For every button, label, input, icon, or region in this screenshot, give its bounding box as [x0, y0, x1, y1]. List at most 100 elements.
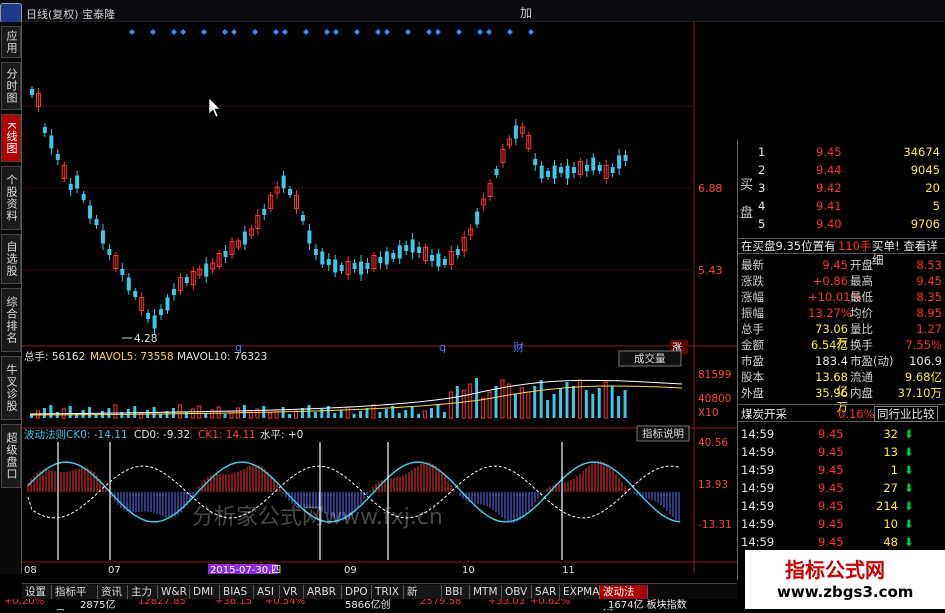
quote-row: 股本 13.68亿 流通 9.68亿	[738, 370, 945, 398]
candle-body-down	[333, 259, 338, 273]
candle-body-down	[107, 249, 112, 255]
candle-body-down	[391, 253, 396, 259]
kline-chart[interactable]: 6.88 5.43 4.28 q q 财 涨 总手: 56162 MAVOL5:…	[22, 22, 737, 574]
add-label[interactable]: 加	[520, 4, 532, 21]
volume-bar	[591, 394, 595, 418]
peer-compare-button[interactable]: 同行业比较	[874, 406, 938, 422]
quote-value-avg: 8.95	[916, 306, 942, 320]
order-book-row[interactable]: 1 9.45 34674	[738, 144, 945, 162]
sector-name: 煤炭开采	[741, 407, 787, 421]
tab-indicator-14[interactable]: MTM	[470, 585, 502, 599]
status-a: +0.20%	[4, 599, 45, 607]
volume-bar	[281, 407, 285, 418]
tab-indicator-15[interactable]: OBV	[502, 585, 532, 599]
volume-bar	[404, 410, 408, 418]
sidebar-item-watchlist[interactable]: 自选股	[1, 234, 21, 284]
queue-count: 110手	[838, 239, 872, 253]
tick-row: 14:59 9.45 1 ⬇	[738, 462, 945, 480]
candle-body-down	[184, 277, 189, 283]
tab-indicator-5[interactable]: DMI	[190, 585, 220, 599]
quote-label-high: 最高	[850, 274, 873, 288]
candle-body-down	[559, 167, 564, 173]
volume-bar	[610, 386, 614, 418]
event-marker-q2[interactable]: q	[439, 341, 446, 354]
tab-indicator-7[interactable]: ASI	[254, 585, 280, 599]
status-c: 12827.85	[138, 599, 186, 607]
quote-label-vol_ratio: 量比	[850, 322, 873, 336]
date-label-5: 11	[562, 565, 575, 574]
tick-row: 14:59 9.45 10 ⬇	[738, 516, 945, 534]
candle-body-down	[171, 289, 176, 295]
tick-time: 14:59	[741, 427, 775, 441]
quote-label-float: 流通	[850, 370, 873, 384]
candle-body-down	[281, 175, 286, 189]
sidebar-item-kline[interactable]: K线图	[1, 114, 21, 162]
candle-body-down	[623, 155, 628, 161]
cursor-date: 2015-07-30,四	[210, 565, 281, 574]
tick-price: 9.45	[818, 463, 844, 477]
volume-bar	[617, 396, 621, 418]
candle-body-down	[455, 249, 460, 255]
candle-body-down	[165, 297, 170, 311]
tab-indicator-0[interactable]: 设置	[22, 585, 52, 599]
order-book-row[interactable]: 4 9.41 5	[738, 198, 945, 216]
candle-body-down	[159, 309, 164, 315]
tab-indicator-9[interactable]: ARBR	[304, 585, 342, 599]
status-f: 5866亿创	[345, 600, 391, 609]
volume-bar	[171, 408, 175, 418]
arrow-down-icon: ⬇	[904, 517, 914, 531]
indicator-scale-top: 40.56	[698, 437, 728, 449]
tick-volume: 27	[883, 481, 898, 495]
tab-indicator-10[interactable]: DPO	[342, 585, 372, 599]
candle-body-down	[617, 155, 622, 169]
sidebar-item-diagnosis[interactable]: 牛叉诊股	[1, 356, 21, 420]
volume-bar	[288, 414, 292, 418]
quote-value-pe: 183.4	[815, 354, 848, 368]
tab-indicator-8[interactable]: VR	[280, 585, 304, 599]
quote-label-open: 开盘	[850, 258, 873, 272]
candle-body-down	[571, 167, 576, 173]
sidebar-item-ranking[interactable]: 综合排名	[1, 288, 21, 352]
sidebar-item-apps[interactable]: 应用	[1, 26, 21, 58]
tab-indicator-11[interactable]: TRIX	[372, 585, 404, 599]
volume-bar	[378, 412, 382, 418]
date-label-4: 10	[462, 565, 475, 574]
candle-body-down	[126, 277, 131, 291]
indicator-name[interactable]: 波动法则	[24, 428, 66, 441]
tab-indicator-13[interactable]: BBI	[442, 585, 470, 599]
order-book-row[interactable]: 3 9.42 20	[738, 180, 945, 198]
volume-bar	[359, 411, 363, 418]
event-marker-fin[interactable]: 财	[513, 340, 524, 354]
tab-indicator-1[interactable]: 指标平台	[52, 585, 98, 612]
sector-row: 煤炭开采 0.16% 同行业比较	[738, 404, 945, 422]
tab-indicator-17[interactable]: EXPMA	[560, 585, 600, 599]
sidebar-item-level2[interactable]: 超级盘口	[1, 424, 21, 488]
tab-indicator-18[interactable]: 波动法则	[600, 585, 648, 612]
sidebar-item-intraday[interactable]: 分时图	[1, 62, 21, 110]
order-book-row[interactable]: 2 9.44 9045	[738, 162, 945, 180]
candle-body-down	[591, 157, 596, 171]
arrow-down-icon: ⬇	[904, 427, 914, 441]
tab-indicator-12[interactable]: 新DMA	[404, 585, 442, 612]
queue-line[interactable]: 在买盘9.35位置有 110手 买单! 查看详细	[738, 238, 945, 267]
order-book-row[interactable]: 5 9.40 9706	[738, 216, 945, 234]
tick-time: 14:59	[741, 481, 775, 495]
volume-bar	[552, 394, 556, 418]
status-i: +0.62%	[530, 599, 571, 607]
quote-label-latest: 最新	[741, 258, 764, 272]
status-e: +0.54%	[265, 599, 306, 607]
order-price: 9.45	[816, 145, 842, 159]
app-icon[interactable]	[0, 3, 22, 23]
tab-indicator-4[interactable]: W&R	[158, 585, 190, 599]
tick-time: 14:59	[741, 499, 775, 513]
tab-indicator-2[interactable]: 资讯	[98, 585, 128, 599]
tab-indicator-16[interactable]: SAR	[532, 585, 560, 599]
volume-bar	[126, 409, 130, 418]
candle-body-down	[133, 291, 138, 297]
sidebar-item-profile[interactable]: 个股资料	[1, 166, 21, 230]
tab-indicator-6[interactable]: BIAS	[220, 585, 254, 599]
quote-label-avg: 均价	[850, 306, 873, 320]
quote-label-pe: 市盈	[741, 354, 764, 368]
candle-body-down	[223, 251, 228, 257]
tab-indicator-3[interactable]: 主力	[128, 585, 158, 599]
